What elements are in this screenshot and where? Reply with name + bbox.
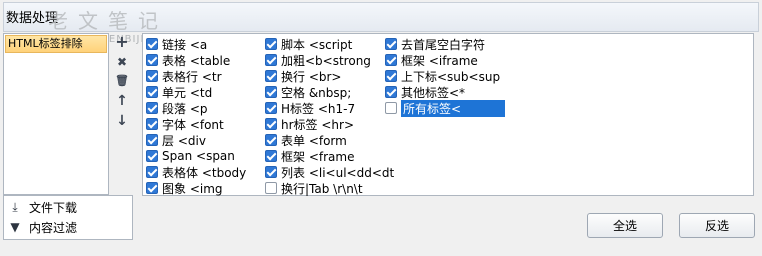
checkbox[interactable]: [265, 182, 277, 194]
filter-icon: ▼: [10, 220, 20, 234]
tag-option-label: hr标签 <hr>: [281, 117, 355, 132]
tag-option[interactable]: 表格体 <tbody: [146, 164, 246, 180]
checkbox[interactable]: [265, 118, 277, 130]
tag-option[interactable]: 图象 <img: [146, 180, 223, 196]
checkbox[interactable]: [146, 182, 158, 194]
select-all-button[interactable]: 全选: [587, 213, 663, 238]
checkbox[interactable]: [265, 102, 277, 114]
checkbox[interactable]: [146, 86, 158, 98]
nav-item-label: 文件下载: [29, 200, 78, 215]
rule-item[interactable]: HTML标签排除: [5, 35, 107, 53]
checkbox[interactable]: [265, 70, 277, 82]
tag-option-label: 所有标签<: [401, 99, 505, 117]
watermark: 老文笔记: [48, 9, 168, 33]
trash-icon[interactable]: 🗑: [115, 74, 129, 88]
tag-option[interactable]: 链接 <a: [146, 36, 207, 52]
checkbox[interactable]: [385, 38, 397, 50]
checkbox[interactable]: [146, 38, 158, 50]
tag-option-label: 脚本 <script: [281, 37, 353, 52]
checkbox[interactable]: [146, 150, 158, 162]
tag-option-label: 换行|Tab \r\n\t: [281, 181, 363, 196]
tag-option[interactable]: 框架 <iframe: [385, 52, 478, 68]
tag-option-label: 层 <div: [162, 133, 206, 148]
tag-option-label: 表格体 <tbody: [162, 165, 247, 180]
rule-list: HTML标签排除: [3, 33, 109, 195]
tag-option-label: 换行 <br>: [281, 69, 342, 84]
nav-item-download[interactable]: ⤓ 文件下载: [7, 197, 131, 217]
checkbox[interactable]: [146, 166, 158, 178]
tag-option-label: 单元 <td: [162, 85, 213, 100]
checkbox[interactable]: [265, 134, 277, 146]
tag-option-label: 框架 <frame: [281, 149, 355, 164]
tag-option[interactable]: 单元 <td: [146, 84, 212, 100]
invert-selection-button[interactable]: 反选: [679, 213, 755, 238]
tag-option[interactable]: hr标签 <hr>: [265, 116, 354, 132]
tag-option-label: H标签 <h1-7: [281, 101, 356, 116]
delete-icon[interactable]: ✖: [115, 55, 129, 69]
tag-option[interactable]: 换行 <br>: [265, 68, 341, 84]
checkbox[interactable]: [265, 86, 277, 98]
move-up-icon[interactable]: ↑: [115, 94, 129, 108]
tag-option-label: 上下标<sub<sup: [401, 69, 501, 84]
tag-option[interactable]: 所有标签<: [385, 99, 505, 117]
tag-option-label: 框架 <iframe: [401, 53, 478, 68]
tag-option[interactable]: 去首尾空白字符: [385, 36, 485, 52]
tag-option[interactable]: 其他标签<*: [385, 84, 465, 100]
tag-option[interactable]: 脚本 <script: [265, 36, 352, 52]
tag-option[interactable]: 层 <div: [146, 132, 206, 148]
tag-option-label: 空格 &nbsp;: [281, 85, 352, 100]
move-down-icon[interactable]: ↓: [115, 114, 129, 128]
tag-option-label: 表单 <form: [281, 133, 347, 148]
tag-option[interactable]: 列表 <li<ul<dd<dt: [265, 164, 394, 180]
tag-option-label: Span <span: [162, 149, 235, 163]
tag-option[interactable]: 表格行 <tr: [146, 68, 222, 84]
rule-toolbar: + ✖ 🗑 ↑ ↓: [111, 33, 133, 195]
tag-option[interactable]: H标签 <h1-7: [265, 100, 355, 116]
checkbox[interactable]: [385, 70, 397, 82]
checkbox[interactable]: [385, 86, 397, 98]
checkbox[interactable]: [265, 38, 277, 50]
checkbox[interactable]: [146, 102, 158, 114]
checkbox[interactable]: [265, 54, 277, 66]
tag-option[interactable]: 换行|Tab \r\n\t: [265, 180, 363, 196]
tag-option[interactable]: 段落 <p: [146, 100, 208, 116]
tag-option-label: 表格行 <tr: [162, 69, 222, 84]
checkbox[interactable]: [265, 166, 277, 178]
tag-option-label: 列表 <li<ul<dd<dt: [281, 165, 395, 180]
tag-option-label: 图象 <img: [162, 181, 223, 196]
tag-option[interactable]: 加粗<b<strong: [265, 52, 371, 68]
tag-option-label: 其他标签<*: [401, 85, 466, 100]
bottom-nav: ⤓ 文件下载 ▼ 内容过滤: [3, 195, 133, 240]
tag-option-label: 表格 <table: [162, 53, 231, 68]
tag-options-panel: 链接 <a 表格 <table 表格行 <tr 单元 <td 段落 <p 字体 <font…: [142, 33, 754, 196]
checkbox[interactable]: [146, 54, 158, 66]
checkbox[interactable]: [146, 118, 158, 130]
tag-option-label: 加粗<b<strong: [281, 53, 371, 68]
tag-option[interactable]: 表单 <form: [265, 132, 347, 148]
tag-option-label: 去首尾空白字符: [401, 37, 486, 52]
download-icon: ⤓: [12, 199, 18, 214]
checkbox[interactable]: [385, 102, 397, 114]
tag-option-label: 链接 <a: [162, 37, 208, 52]
tag-option-label: 段落 <p: [162, 101, 208, 116]
nav-item-label: 内容过滤: [29, 220, 78, 235]
tag-option-label: 字体 <font: [162, 117, 224, 132]
nav-item-filter[interactable]: ▼ 内容过滤: [7, 217, 131, 237]
tag-option[interactable]: 上下标<sub<sup: [385, 68, 500, 84]
checkbox[interactable]: [146, 70, 158, 82]
checkbox[interactable]: [265, 150, 277, 162]
tag-option[interactable]: 空格 &nbsp;: [265, 84, 351, 100]
tag-option[interactable]: 字体 <font: [146, 116, 224, 132]
tag-option[interactable]: 表格 <table: [146, 52, 230, 68]
tag-option[interactable]: Span <span: [146, 148, 235, 164]
checkbox[interactable]: [385, 54, 397, 66]
tag-option[interactable]: 框架 <frame: [265, 148, 354, 164]
checkbox[interactable]: [146, 134, 158, 146]
add-icon[interactable]: +: [115, 34, 129, 50]
